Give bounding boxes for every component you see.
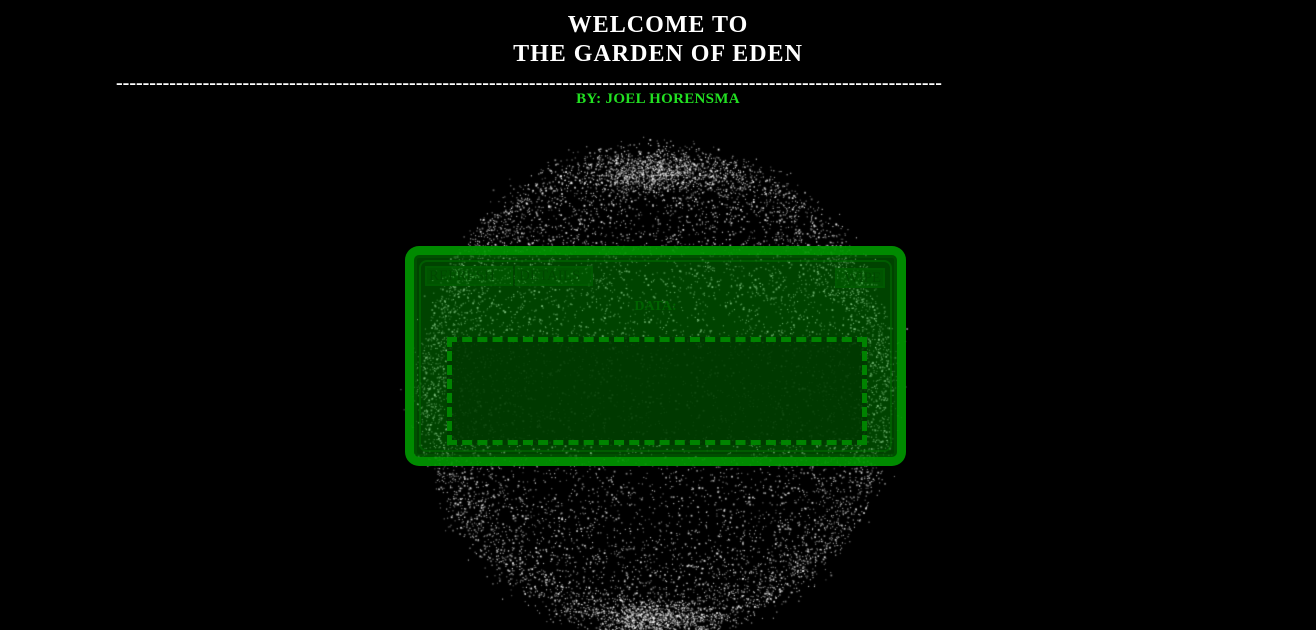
author-byline: BY: JOEL HORENSMA xyxy=(576,91,740,107)
refresh-button[interactable]: REFRESH xyxy=(425,266,513,286)
data-output-area[interactable] xyxy=(447,337,867,445)
page: WELCOME TO THE GARDEN OF EDEN ----------… xyxy=(0,0,1316,630)
data-panel: REFRESH DETAILS WIPE DATA: xyxy=(405,246,906,466)
details-button[interactable]: DETAILS xyxy=(515,266,593,286)
page-title-line1: WELCOME TO xyxy=(567,12,749,38)
page-title-line2: THE GARDEN OF EDEN xyxy=(513,41,803,67)
data-label: DATA: xyxy=(634,299,677,314)
wipe-button[interactable]: WIPE xyxy=(835,268,885,288)
